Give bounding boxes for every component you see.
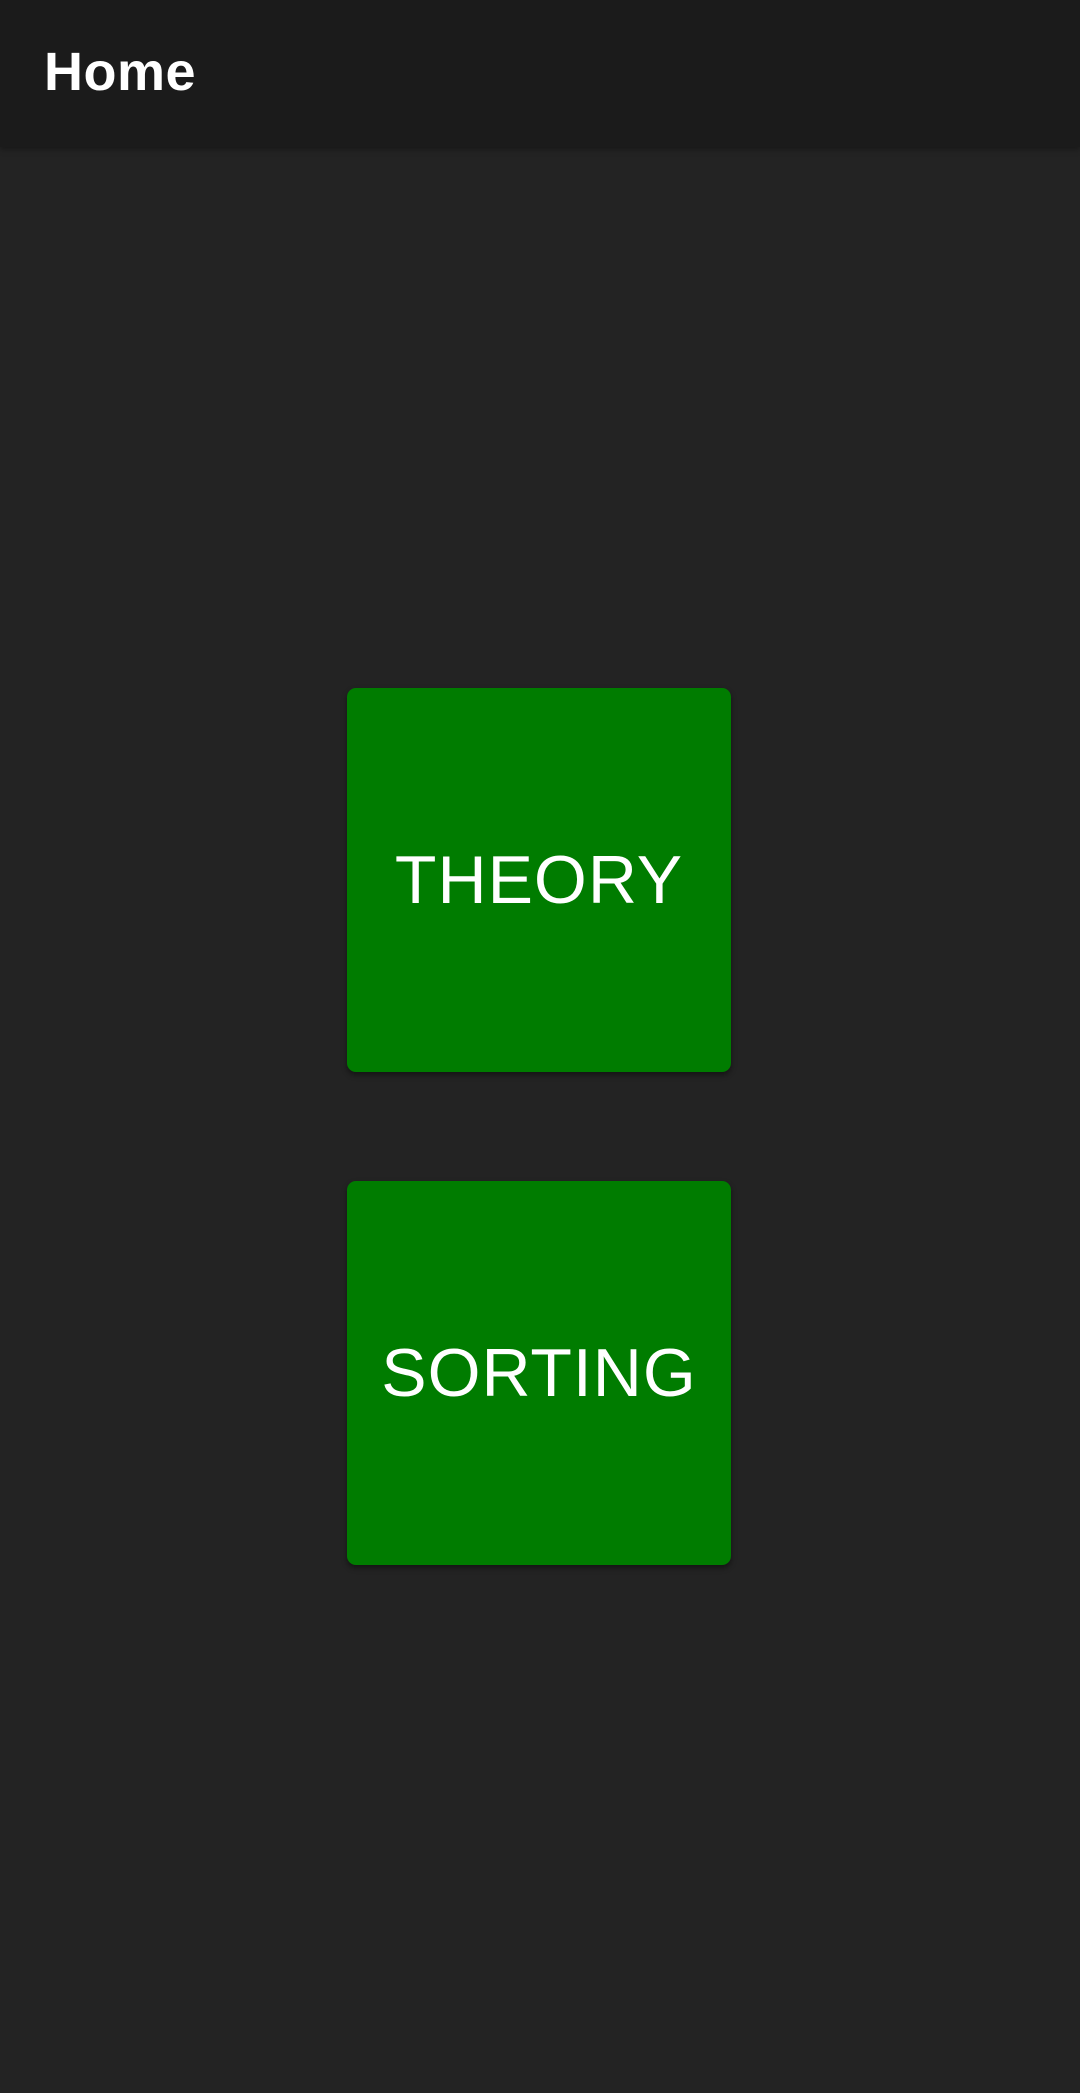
theory-button[interactable]: THEORY [347, 688, 731, 1072]
page-title: Home [44, 42, 197, 102]
sorting-button[interactable]: SORTING [347, 1181, 731, 1565]
app-bar: Home [0, 0, 1080, 147]
home-content [0, 147, 1080, 2093]
